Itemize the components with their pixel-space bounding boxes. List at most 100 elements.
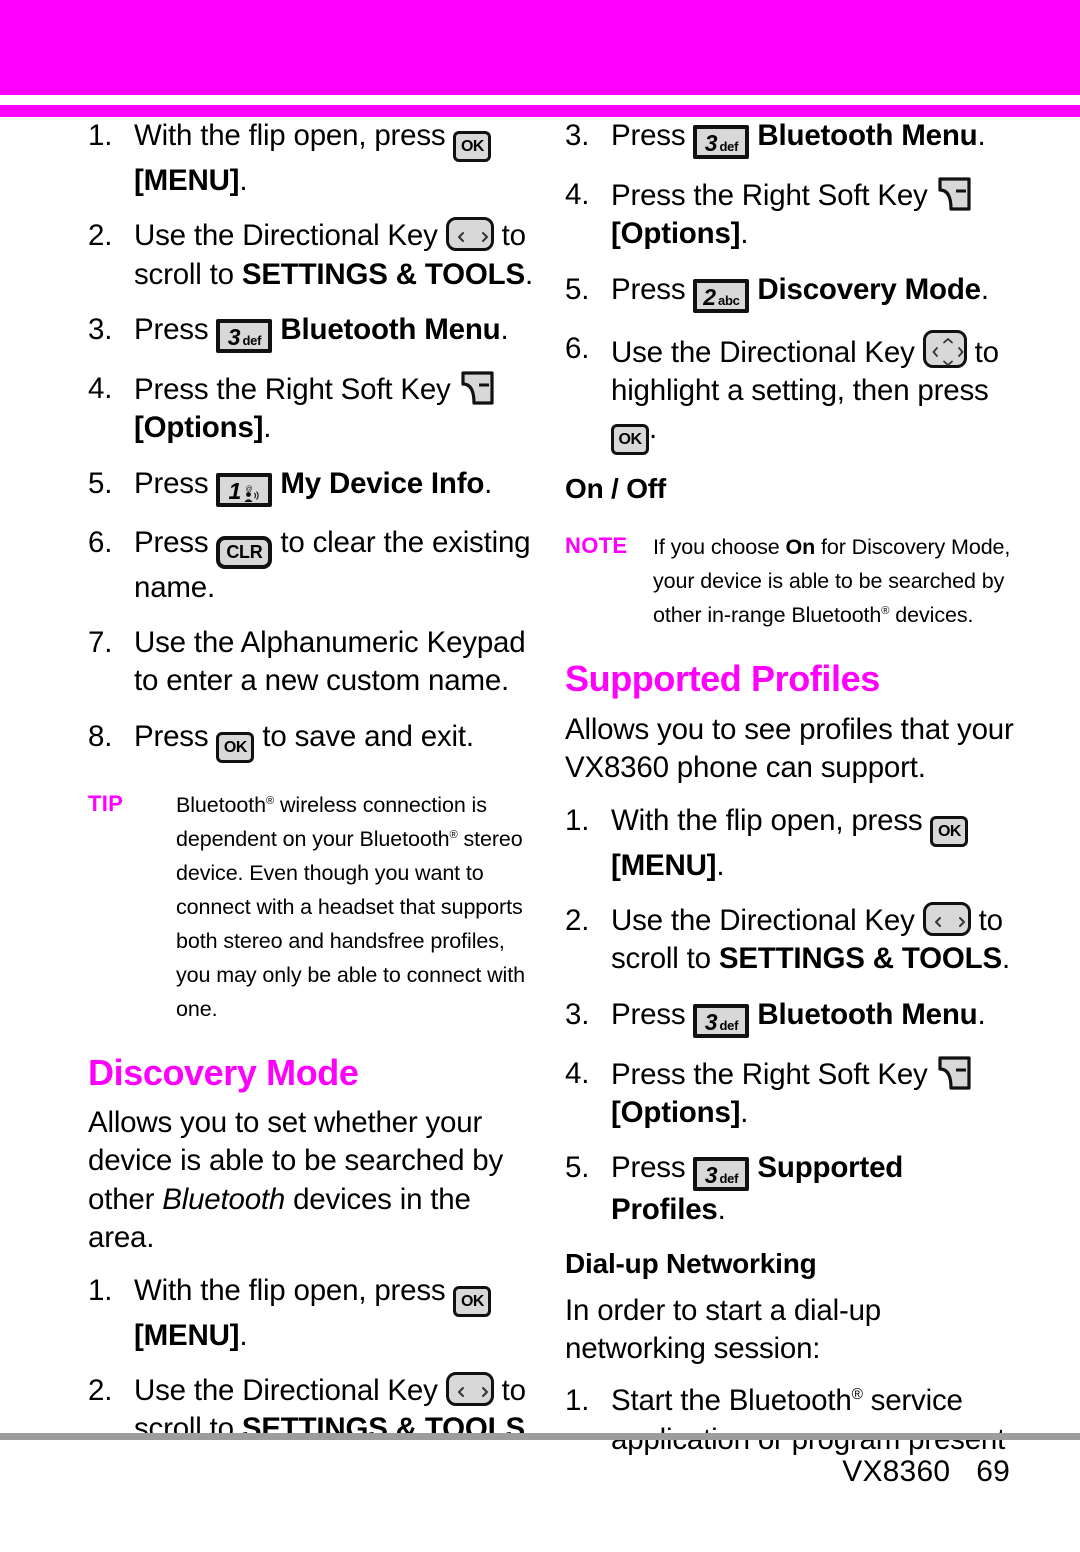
step-number: 1.	[565, 803, 590, 837]
svg-text:@: @	[246, 486, 253, 493]
number-key-3-icon: 3 def	[693, 1157, 750, 1192]
step-number: 1.	[88, 1273, 113, 1307]
step-item: 1. With the flip open, press OK [MENU].	[88, 117, 538, 200]
registered-mark: ®	[881, 605, 890, 618]
step-number: 2.	[565, 903, 590, 937]
my-device-info-steps: 1. With the flip open, press OK [MENU]. 2.…	[88, 117, 538, 763]
footer-rule	[0, 1433, 1080, 1440]
step-item: 3. Press 3 def Bluetooth Menu.	[565, 117, 1025, 159]
ok-key-icon: OK	[453, 131, 492, 162]
left-column: 1. With the flip open, press OK [MENU]. 2.…	[88, 117, 538, 1466]
step-text: Press OK to save and exit.	[134, 720, 474, 763]
step-item: 8. Press OK to save and exit.	[88, 718, 538, 763]
note-label: NOTE	[565, 533, 628, 559]
tip-body: Bluetooth® wireless connection is depend…	[176, 792, 525, 1021]
tip-label: TIP	[88, 790, 124, 816]
emphasis-text: Bluetooth Menu	[757, 119, 978, 152]
dialup-steps: 1. Start the Bluetooth® service applicati…	[565, 1382, 1025, 1459]
note-body: If you choose On for Discovery Mode, you…	[653, 535, 1011, 628]
directional-key-left-right-icon	[445, 217, 494, 252]
step-text: Press the Right Soft Key [Options].	[611, 176, 976, 251]
registered-mark: ®	[265, 794, 275, 807]
registered-mark: ®	[449, 828, 458, 841]
emphasis-text: [MENU]	[611, 848, 717, 882]
step-number: 4.	[565, 178, 590, 211]
ok-key-icon: OK	[930, 815, 969, 847]
step-item: 2. Use the Directional Key to scroll to S…	[88, 217, 538, 294]
step-text: Press 3 def Bluetooth Menu.	[611, 119, 986, 159]
italic-text: Bluetooth	[162, 1182, 286, 1216]
voicemail-icon: @	[242, 483, 260, 503]
supported-profiles-intro: Allows you to see profiles that your VX8…	[565, 712, 1014, 785]
step-item: 2. Use the Directional Key to scroll to S…	[565, 901, 1025, 979]
emphasis-text: On	[785, 535, 816, 560]
step-number: 1.	[565, 1384, 590, 1418]
right-soft-key-icon	[459, 370, 499, 407]
right-soft-key-icon	[936, 176, 976, 213]
step-item: 3. Press 3 def Bluetooth Menu.	[565, 996, 1025, 1038]
emphasis-text: [MENU]	[134, 164, 240, 197]
emphasis-text: [Options]	[611, 217, 741, 251]
on-off-heading: On / Off	[565, 473, 667, 505]
step-item: 1. Start the Bluetooth® service applicati…	[565, 1382, 1025, 1459]
step-number: 4.	[88, 372, 113, 406]
step-text: Press 1 @ My Device Info.	[134, 466, 492, 507]
step-number: 4.	[565, 1056, 590, 1090]
step-text: Use the Alphanumeric Keypad to enter a n…	[134, 626, 526, 698]
emphasis-text: My Device Info	[280, 466, 485, 500]
step-text: Press 2 abc Discovery Mode.	[611, 272, 989, 313]
supported-profiles-heading: Supported Profiles	[565, 658, 880, 700]
step-item: 1. With the flip open, press OK [MENU].	[88, 1272, 538, 1355]
discovery-mode-steps-right: 3. Press 3 def Bluetooth Menu. 4. Press the …	[565, 117, 1025, 456]
step-item: 4. Press the Right Soft Key [Options].	[565, 176, 1025, 254]
step-number: 8.	[88, 719, 113, 753]
emphasis-text: [Options]	[611, 1095, 741, 1129]
ok-key-icon: OK	[611, 424, 649, 456]
right-soft-key-icon	[936, 1055, 976, 1092]
number-key-3-icon: 3 def	[216, 319, 273, 354]
step-number: 7.	[88, 626, 113, 660]
step-item: 5. Press 1 @ My Device Info.	[88, 465, 538, 507]
supported-profiles-steps: 1. With the flip open, press OK [MENU]. 2.…	[565, 802, 1025, 1230]
emphasis-text: Discovery Mode	[757, 272, 981, 306]
emphasis-text: SETTINGS & TOOLS	[241, 257, 525, 291]
footer-page-number: 69	[976, 1455, 1010, 1488]
step-text: With the flip open, press OK [MENU].	[611, 804, 969, 882]
step-text: Press 3 def Supported Profiles.	[611, 1151, 904, 1227]
discovery-mode-heading: Discovery Mode	[88, 1051, 359, 1093]
step-item: 3. Press 3 def Bluetooth Menu.	[88, 311, 538, 354]
step-item: 5. Press 3 def Supported Profiles.	[565, 1149, 1025, 1229]
ok-key-icon: OK	[216, 731, 255, 763]
step-number: 3.	[88, 313, 113, 347]
step-text: With the flip open, press OK [MENU].	[134, 119, 492, 197]
footer: VX8360 69	[842, 1455, 1010, 1489]
step-item: 6. Use the Directional Key to highlight a…	[565, 329, 1025, 456]
registered-mark: ®	[851, 1386, 863, 1404]
number-key-2-icon: 2 abc	[693, 278, 750, 313]
emphasis-text: Bluetooth Menu	[280, 313, 501, 347]
emphasis-text: SETTINGS & TOOLS	[241, 1412, 525, 1446]
step-text: Start the Bluetooth® service application…	[611, 1384, 1005, 1455]
step-number: 5.	[565, 1151, 590, 1185]
top-accent-band	[0, 0, 1080, 95]
ok-key-icon: OK	[453, 1285, 492, 1317]
step-item: 4. Press the Right Soft Key [Options].	[565, 1055, 1025, 1133]
emphasis-text: [Options]	[134, 411, 264, 445]
note-callout: NOTE If you choose On for Discovery Mode…	[565, 531, 1025, 633]
emphasis-text: SETTINGS & TOOLS	[718, 942, 1002, 976]
step-number: 3.	[565, 997, 590, 1031]
step-item: 5. Press 2 abc Discovery Mode.	[565, 271, 1025, 313]
step-text: Press CLR to clear the existing name.	[134, 525, 531, 604]
number-key-1-icon: 1 @	[216, 472, 273, 507]
step-number: 6.	[88, 525, 113, 559]
step-item: 6. Press CLR to clear the existing name.	[88, 524, 538, 607]
step-text: Press the Right Soft Key [Options].	[611, 1055, 976, 1129]
number-key-3-icon: 3 def	[693, 125, 750, 159]
number-key-3-icon: 3 def	[693, 1003, 750, 1038]
step-number: 6.	[565, 331, 590, 365]
clr-key-icon: CLR	[216, 535, 273, 569]
step-text: Press 3 def Bluetooth Menu.	[134, 313, 509, 354]
discovery-mode-intro: Allows you to set whether your device is…	[88, 1106, 504, 1255]
step-number: 3.	[565, 119, 590, 152]
step-text: With the flip open, press OK [MENU].	[134, 1274, 492, 1352]
